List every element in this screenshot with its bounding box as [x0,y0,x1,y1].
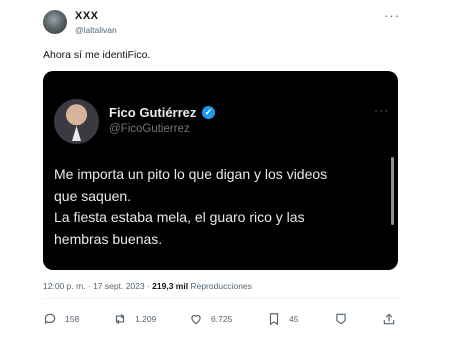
timestamp[interactable]: 12:00 p. m. · 17 sept. 2023 · [43,281,150,291]
quoted-handle[interactable]: @FicoGutierrez [109,123,190,135]
bookmark-count: 45 [289,314,299,324]
tweet-meta: 12:00 p. m. · 17 sept. 2023 · 219,3 mil … [43,281,252,291]
author-avatar[interactable] [43,10,67,34]
grok-icon [336,313,346,325]
scrollbar[interactable] [391,157,394,225]
divider [43,298,403,299]
quoted-text: Me importa un pito lo que digan y los vi… [54,164,374,250]
quoted-name[interactable]: Fico Gutiérrez [109,105,196,120]
tweet-text: Ahora sí me identiFico. [43,49,151,61]
bookmark-icon [269,313,279,326]
share-button[interactable] [382,309,404,329]
quoted-avatar[interactable] [54,99,99,144]
retweet-icon [115,313,125,325]
bookmark-button[interactable]: 45 [267,309,298,329]
author-handle[interactable]: @laltalivan [75,25,117,35]
verified-icon: ✓ [202,106,215,119]
retweet-count: 1.209 [135,314,157,324]
quoted-text-line: Me importa un pito lo que digan y los vi… [54,166,328,182]
more-icon: ··· [374,103,389,117]
quoted-text-line: que saquen. [54,187,132,204]
action-bar: 158 1.209 6.725 45 [43,309,403,329]
quoted-tweet-card[interactable]: Fico Gutiérrez ✓ @FicoGutierrez ··· Me i… [43,71,398,270]
reply-count: 158 [65,314,80,324]
tweet[interactable]: XXX @laltalivan ··· Ahora sí me identiFi… [0,0,453,342]
author-name[interactable]: XXX [75,10,99,22]
like-count: 6.725 [211,314,233,324]
share-icon [383,313,395,325]
more-icon[interactable]: ··· [384,8,400,23]
quoted-text-line: La fiesta estaba mela, el guaro rico y l… [54,209,305,225]
retweet-button[interactable]: 1.209 [113,309,156,329]
like-icon [191,315,201,325]
reply-icon [44,313,56,325]
reply-button[interactable]: 158 [43,309,79,329]
like-button[interactable]: 6.725 [189,309,232,329]
quoted-text-line: hembras buenas. [54,230,163,247]
grok-button[interactable] [334,309,356,329]
views-count: 219,3 mil [152,281,189,291]
views-label: Reproducciones [190,281,252,291]
